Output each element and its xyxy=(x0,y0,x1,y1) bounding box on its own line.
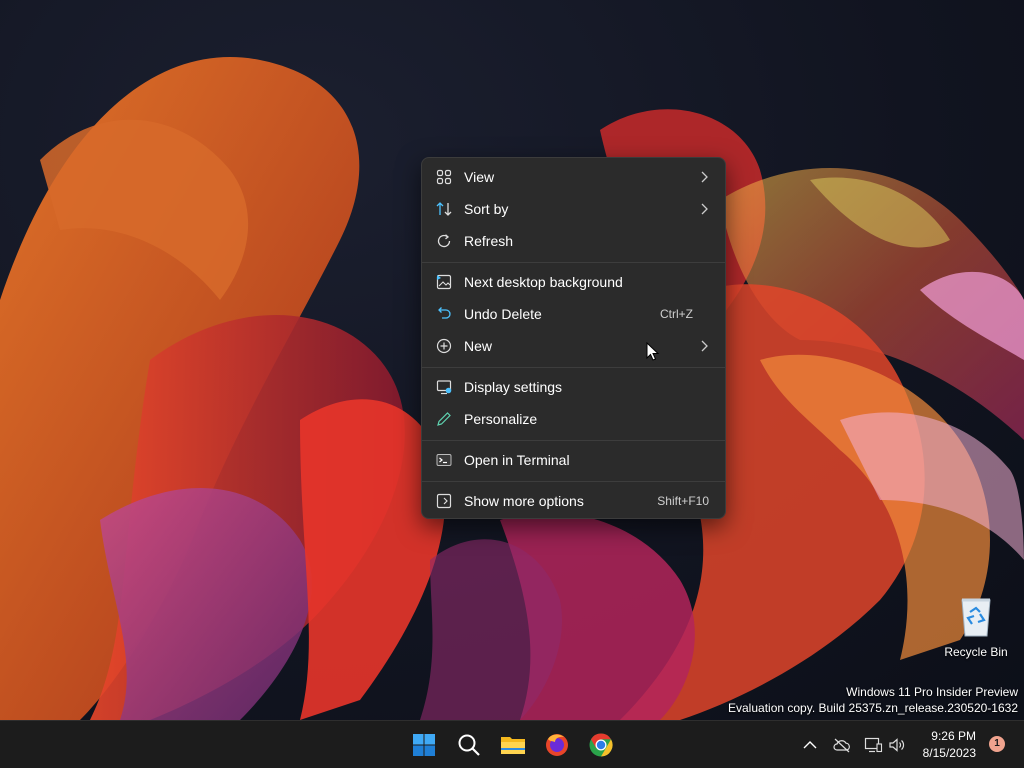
menu-item-sort-by[interactable]: Sort by xyxy=(426,194,721,224)
menu-separator xyxy=(422,367,725,368)
menu-item-label: New xyxy=(464,338,493,354)
onedrive-offline-icon[interactable] xyxy=(832,735,852,755)
recycle-bin[interactable]: Recycle Bin xyxy=(940,594,1012,659)
menu-item-new[interactable]: New xyxy=(426,331,721,361)
taskbar: 9:26 PM 8/15/2023 1 xyxy=(0,720,1024,768)
menu-separator xyxy=(422,481,725,482)
mouse-cursor-icon xyxy=(646,342,660,361)
menu-item-label: Show more options xyxy=(464,493,584,509)
menu-item-label: Undo Delete xyxy=(464,306,542,322)
clock-date: 8/15/2023 xyxy=(922,746,976,760)
display-icon xyxy=(436,380,452,395)
menu-item-label: Next desktop background xyxy=(464,274,623,290)
chevron-up-icon[interactable] xyxy=(800,735,820,755)
menu-separator xyxy=(422,262,725,263)
menu-item-label: Sort by xyxy=(464,201,509,217)
file-explorer-icon[interactable] xyxy=(499,731,527,759)
menu-item-shortcut: Ctrl+Z xyxy=(660,307,693,321)
menu-item-view[interactable]: View xyxy=(426,162,721,192)
menu-separator xyxy=(422,440,725,441)
menu-item-label: Display settings xyxy=(464,379,563,395)
notification-badge[interactable]: 1 xyxy=(989,736,1005,752)
terminal-icon xyxy=(436,454,452,466)
menu-item-open-in-terminal[interactable]: Open in Terminal xyxy=(426,445,721,475)
refresh-icon xyxy=(437,234,451,248)
menu-item-shortcut: Shift+F10 xyxy=(657,494,709,508)
view-grid-icon xyxy=(436,169,452,185)
watermark-line: Evaluation copy. Build 25375.zn_release.… xyxy=(728,701,1018,715)
network-icon[interactable] xyxy=(863,735,883,755)
new-plus-icon xyxy=(436,338,452,354)
sort-icon xyxy=(436,202,452,216)
evaluation-watermark: Windows 11 Pro Insider Preview Evaluatio… xyxy=(728,684,1018,716)
volume-icon[interactable] xyxy=(887,735,907,755)
desktop-background-icon xyxy=(436,274,452,290)
firefox-icon[interactable] xyxy=(543,731,571,759)
menu-item-label: Personalize xyxy=(464,411,538,427)
watermark-line: Windows 11 Pro Insider Preview xyxy=(846,685,1018,699)
menu-item-label: View xyxy=(464,169,495,185)
desktop-context-menu: View Sort by Refresh Next desktop backgr… xyxy=(421,157,726,519)
more-options-icon xyxy=(436,493,452,509)
recycle-bin-icon xyxy=(961,598,991,637)
chevron-right-icon xyxy=(701,340,708,352)
menu-item-label: Open in Terminal xyxy=(464,452,570,468)
search-icon[interactable] xyxy=(455,731,483,759)
menu-item-label: Refresh xyxy=(464,233,514,249)
chevron-right-icon xyxy=(701,203,708,215)
menu-item-undo-delete[interactable]: Undo Delete Ctrl+Z xyxy=(426,299,721,329)
menu-item-next-desktop-background[interactable]: Next desktop background xyxy=(426,267,721,297)
windows-start-icon[interactable] xyxy=(410,731,438,759)
recycle-bin-label: Recycle Bin xyxy=(944,645,1008,659)
taskbar-clock[interactable]: 9:26 PM 8/15/2023 xyxy=(923,728,976,762)
menu-item-display-settings[interactable]: Display settings xyxy=(426,372,721,402)
pencil-icon xyxy=(437,412,451,426)
chevron-right-icon xyxy=(701,171,708,183)
menu-item-show-more-options[interactable]: Show more options Shift+F10 xyxy=(426,486,721,516)
clock-time: 9:26 PM xyxy=(931,729,976,743)
menu-item-personalize[interactable]: Personalize xyxy=(426,404,721,434)
undo-icon xyxy=(438,307,451,319)
menu-item-refresh[interactable]: Refresh xyxy=(426,226,721,256)
chrome-icon[interactable] xyxy=(587,731,615,759)
